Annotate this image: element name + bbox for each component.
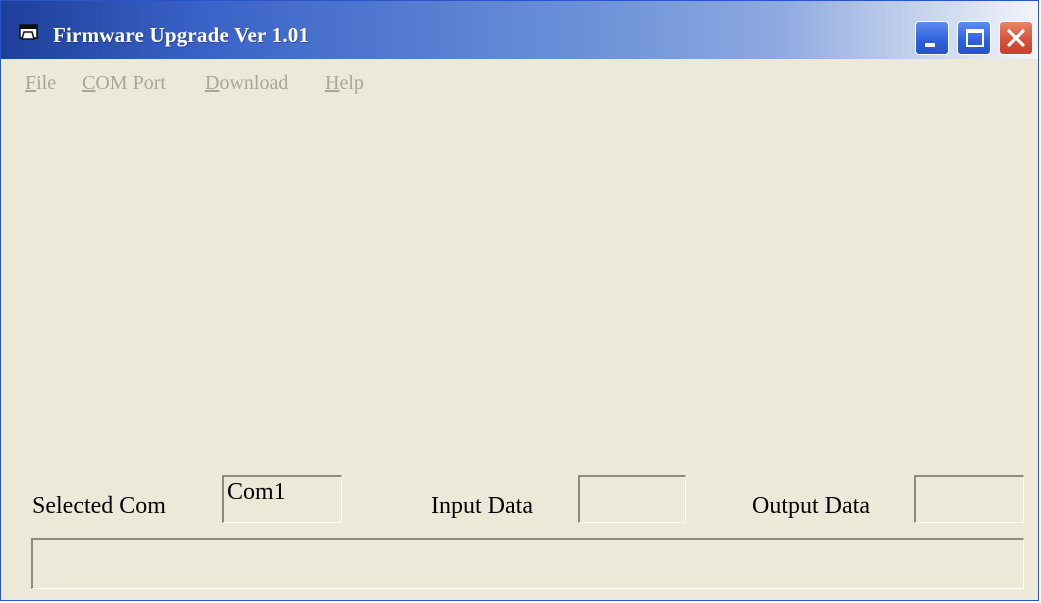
selected-com-field: Com1 — [222, 475, 342, 523]
maximize-icon — [966, 29, 984, 47]
download-progress-bar — [31, 538, 1024, 589]
title-bar[interactable]: Firmware Upgrade Ver 1.01 — [1, 1, 1038, 59]
close-icon — [1007, 29, 1025, 47]
minimize-icon — [925, 43, 935, 47]
window-title: Firmware Upgrade Ver 1.01 — [53, 23, 310, 47]
input-data-label: Input Data — [431, 493, 533, 519]
selected-com-label: Selected Com — [32, 493, 166, 519]
output-data-label: Output Data — [752, 493, 870, 519]
menu-file[interactable]: File — [25, 72, 56, 95]
app-window-icon[interactable] — [19, 24, 41, 42]
input-data-field — [578, 475, 686, 523]
menu-download[interactable]: Download — [205, 72, 288, 95]
maximize-button[interactable] — [957, 21, 991, 55]
menu-com-port[interactable]: COM Port — [82, 72, 166, 95]
menu-help[interactable]: Help — [325, 72, 364, 95]
close-button[interactable] — [999, 21, 1033, 55]
main-window: Firmware Upgrade Ver 1.01 File COM Port … — [0, 0, 1039, 601]
minimize-button[interactable] — [915, 21, 949, 55]
output-data-field — [914, 475, 1024, 523]
menu-bar: File COM Port Download Help — [1, 59, 1038, 109]
